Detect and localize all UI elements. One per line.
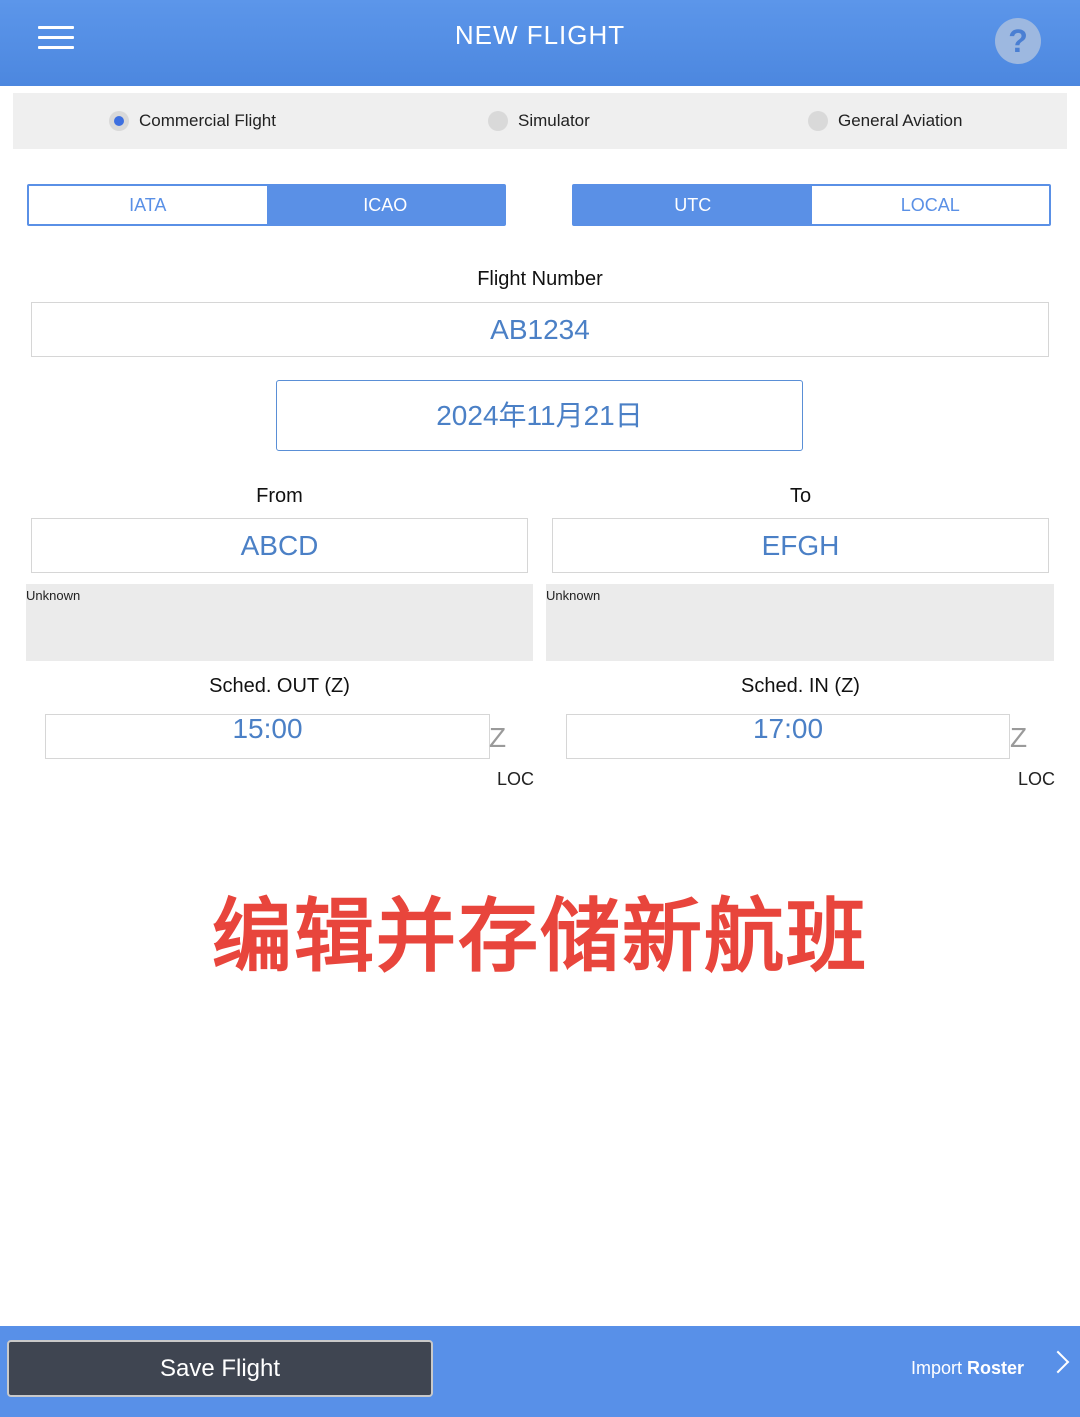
footer-bar: Save Flight Import Roster	[0, 1326, 1080, 1417]
overlay-caption: 编辑并存储新航班	[212, 890, 868, 983]
import-label: Import	[910, 1358, 962, 1378]
local-segment[interactable]: LOCAL	[812, 186, 1050, 224]
sched-in-time-input[interactable]: 17:00	[566, 714, 1010, 759]
utc-segment[interactable]: UTC	[574, 186, 812, 224]
iata-segment[interactable]: IATA	[29, 186, 267, 224]
radio-label: Commercial Flight	[139, 111, 276, 130]
import-roster-link[interactable]: Import Roster	[911, 1358, 1024, 1379]
from-airport-input[interactable]: ABCD	[31, 518, 528, 573]
sched-out-time-input[interactable]: 15:00	[45, 714, 490, 759]
radio-simulator[interactable]: Simulator	[488, 93, 590, 149]
flight-type-selector: Commercial Flight Simulator General Avia…	[13, 93, 1067, 149]
sched-in-label: Sched. IN (Z)	[741, 675, 860, 697]
radio-unselected-icon	[808, 111, 828, 131]
to-airport-input[interactable]: EFGH	[552, 518, 1049, 573]
sched-out-zone: Z	[489, 722, 507, 753]
to-label: To	[789, 485, 812, 507]
flight-number-label: Flight Number	[477, 268, 603, 290]
sched-in-zone: Z	[1010, 722, 1028, 753]
chevron-right-icon[interactable]	[1046, 1350, 1070, 1374]
time-mode-toggle: UTC LOCAL	[572, 184, 1051, 226]
icao-segment[interactable]: ICAO	[266, 186, 504, 224]
sched-in-loc-toggle[interactable]: LOC	[1018, 769, 1055, 790]
save-flight-button[interactable]: Save Flight	[7, 1340, 433, 1397]
radio-commercial-flight[interactable]: Commercial Flight	[109, 93, 276, 149]
radio-selected-icon	[109, 111, 129, 131]
date-picker-button[interactable]: 2024年11月21日	[276, 380, 803, 451]
code-type-toggle: IATA ICAO	[27, 184, 506, 226]
from-label: From	[256, 485, 303, 507]
sched-out-label: Sched. OUT (Z)	[209, 675, 350, 697]
sched-out-loc-toggle[interactable]: LOC	[497, 769, 534, 790]
radio-label: Simulator	[518, 111, 590, 130]
flight-number-input[interactable]: AB1234	[31, 302, 1049, 357]
radio-unselected-icon	[488, 111, 508, 131]
to-airport-name: Unknown	[546, 584, 1054, 661]
from-airport-name: Unknown	[26, 584, 533, 661]
roster-label: Roster	[966, 1358, 1024, 1378]
radio-label: General Aviation	[838, 111, 963, 130]
radio-general-aviation[interactable]: General Aviation	[808, 93, 962, 149]
header-bar: NEW FLIGHT ?	[0, 0, 1080, 86]
help-icon[interactable]: ?	[995, 18, 1041, 64]
page-title: NEW FLIGHT	[454, 20, 626, 50]
